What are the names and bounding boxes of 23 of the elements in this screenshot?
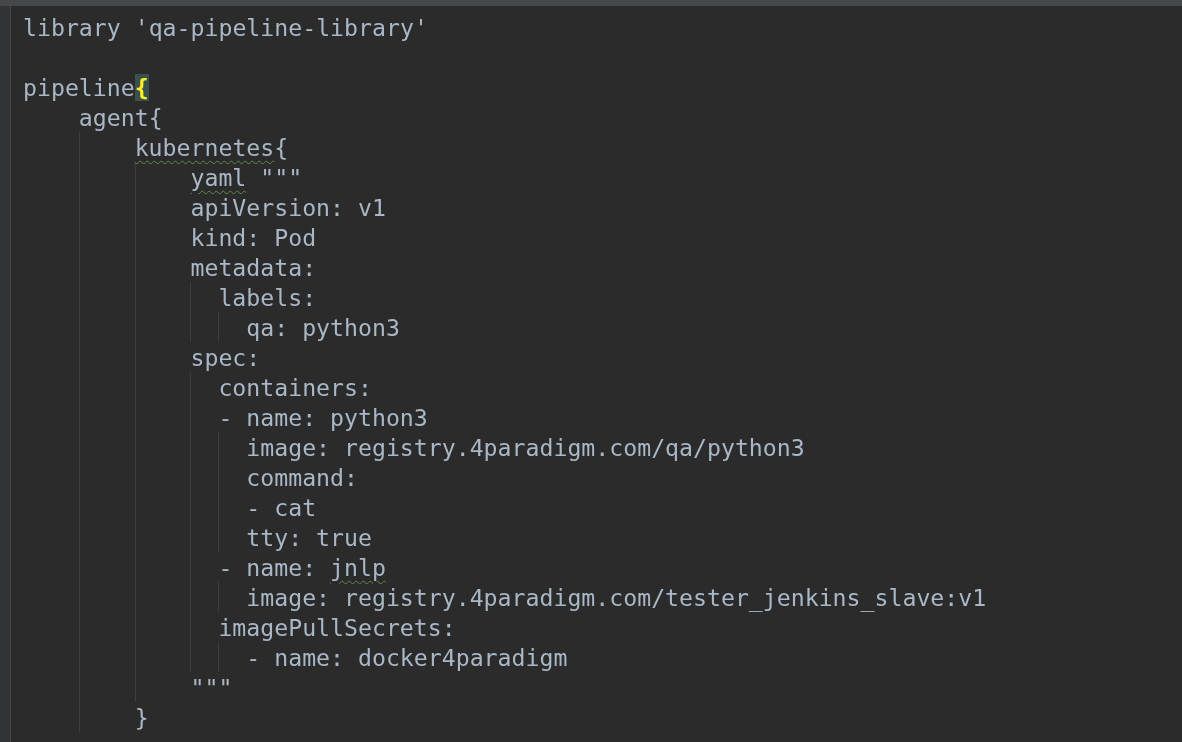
code-line: library 'qa-pipeline-library' (23, 13, 428, 41)
code-line: containers: (218, 373, 372, 401)
code-line: apiVersion: v1 (190, 193, 386, 221)
code-line: - name: python3 (218, 403, 428, 431)
code-line: kubernetes{ (134, 133, 289, 161)
code-line: """ (190, 673, 233, 701)
code-line: image: registry.4paradigm.com/qa/python3 (246, 433, 805, 461)
code-line: agent{ (78, 103, 163, 131)
code-line: - cat (246, 493, 317, 521)
code-line: - name: docker4paradigm (246, 643, 568, 671)
code-line: command: (246, 463, 358, 491)
code-line: } (134, 703, 149, 731)
code-line: - name: jnlp (218, 553, 386, 581)
code-line: kind: Pod (190, 223, 317, 251)
code-line: metadata: (190, 253, 317, 281)
code-line: image: registry.4paradigm.com/tester_jenkins_slave:v1 (246, 583, 987, 611)
code-line: imagePullSecrets: (218, 613, 456, 641)
code-line: spec: (190, 343, 261, 371)
code-line: pipeline{ (23, 73, 149, 101)
code-line: labels: (218, 283, 317, 311)
code-line: yaml """ (190, 163, 303, 191)
code-line: tty: true (246, 523, 372, 551)
code-line: qa: python3 (246, 313, 400, 341)
